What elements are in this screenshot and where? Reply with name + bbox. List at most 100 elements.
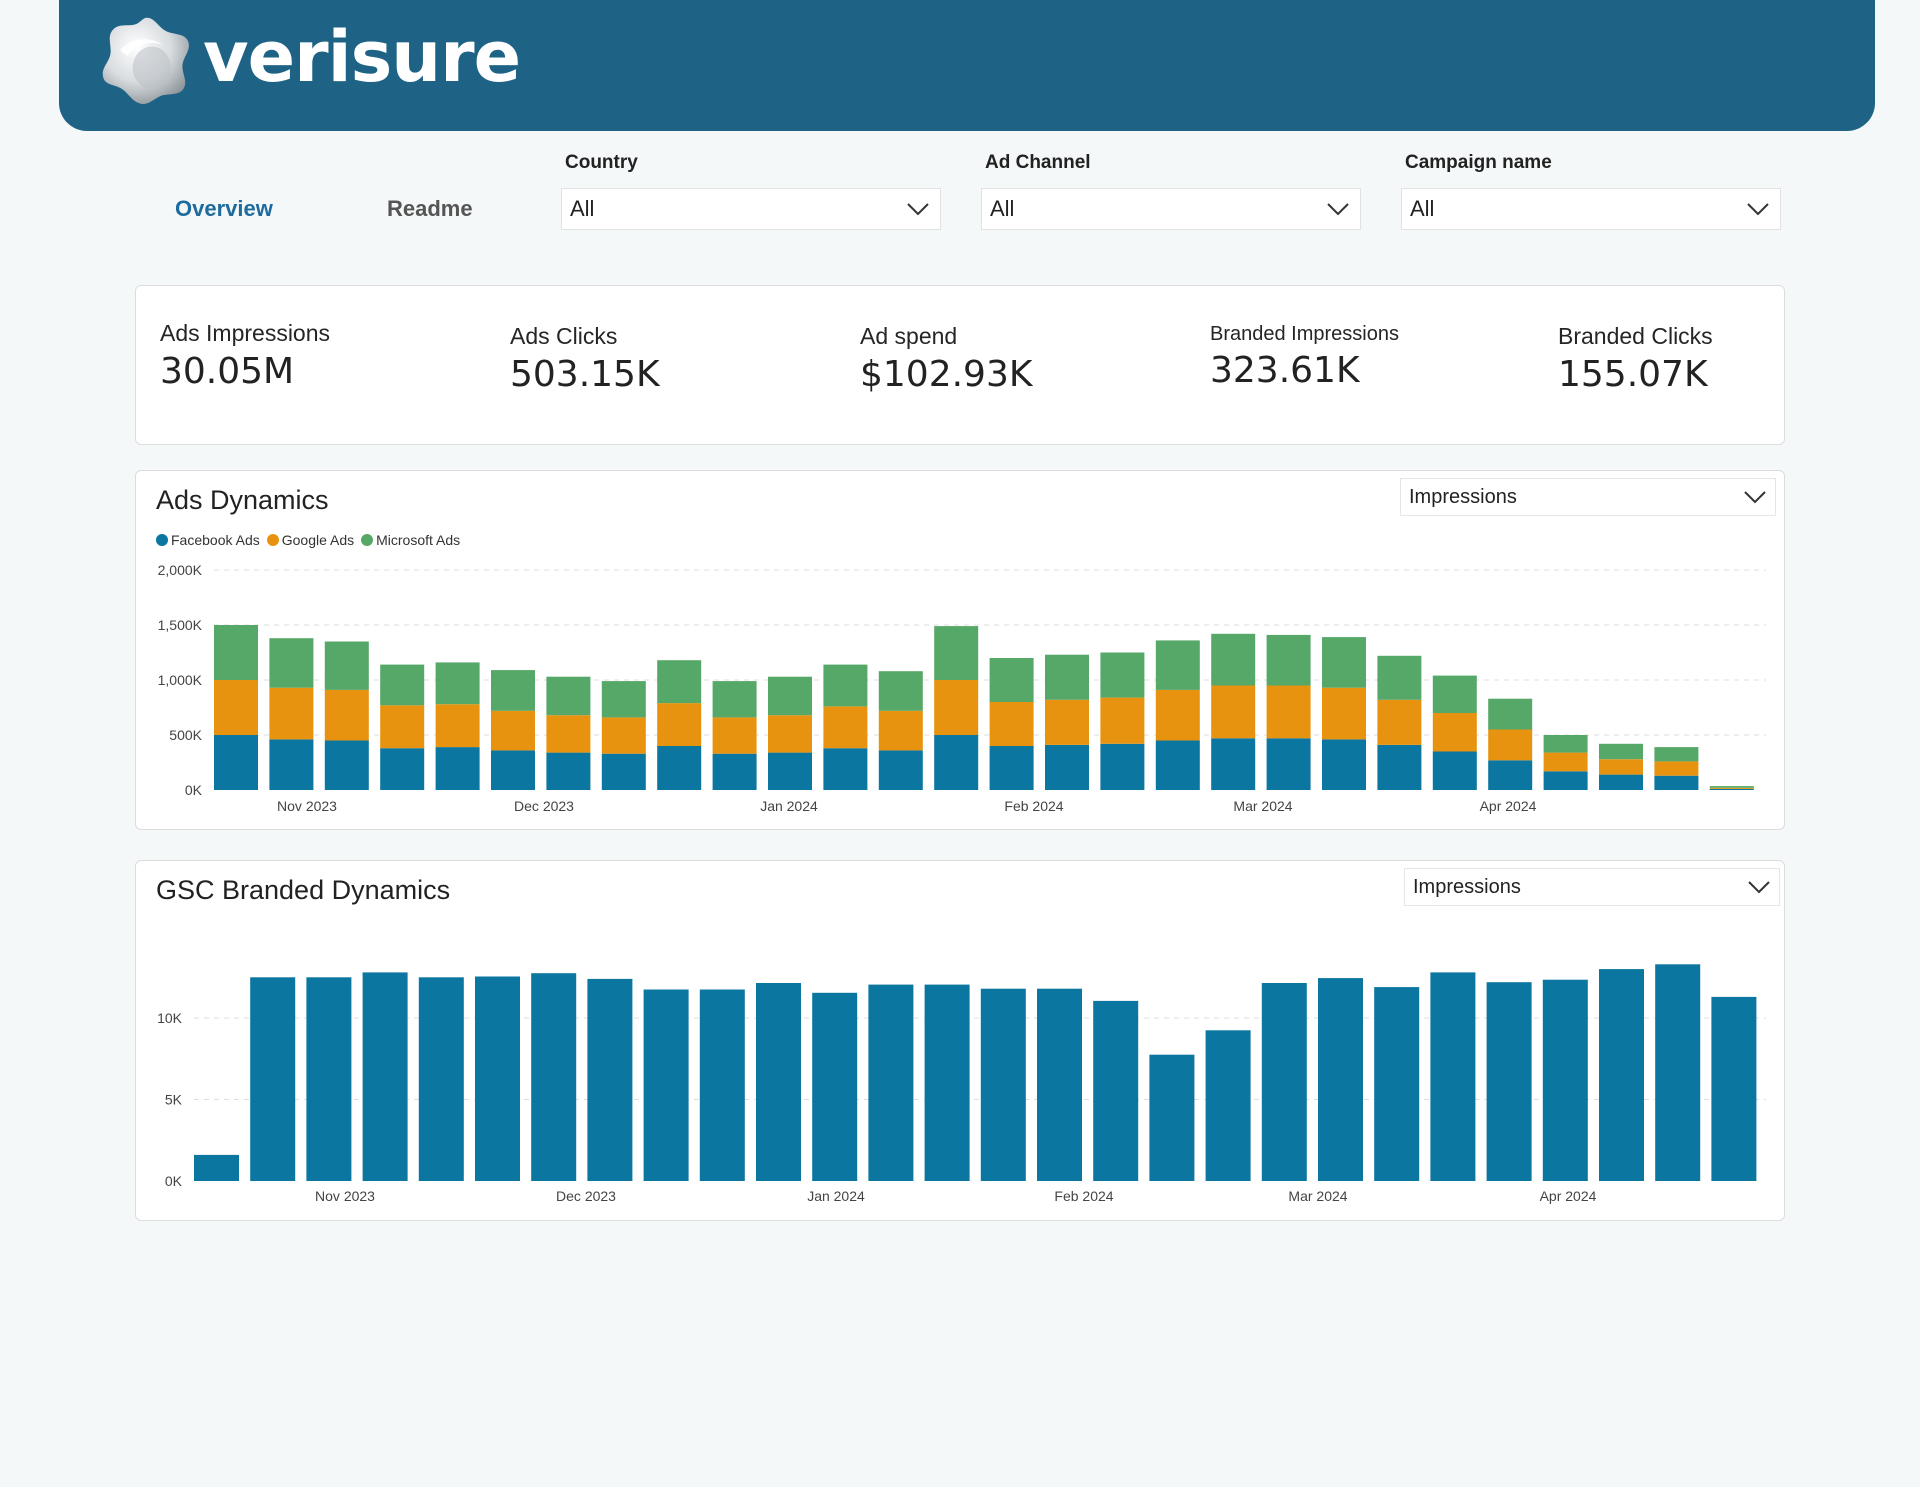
kpi-label: Ad spend <box>860 323 958 349</box>
bar-segment-facebook <box>1377 744 1422 790</box>
x-tick-label: Mar 2024 <box>1288 1188 1347 1204</box>
bar-segment-google <box>657 703 702 746</box>
bar-segment-google <box>934 680 979 735</box>
bar-segment-facebook <box>878 750 923 790</box>
bar-segment-facebook <box>269 739 314 790</box>
bar-segment-microsoft <box>1543 735 1588 753</box>
gsc-branded-dynamics-card: GSC Branded Dynamics Impressions 0K 5K 10K… <box>135 860 1785 1221</box>
brand-name: verisure <box>203 16 521 98</box>
y-tick-label: 10K <box>157 1010 183 1026</box>
y-tick-label: 500K <box>169 727 202 743</box>
bar-segment-google <box>324 689 369 741</box>
bar-segment-microsoft <box>214 625 258 680</box>
bar <box>1486 982 1532 1181</box>
ad-channel-dropdown[interactable]: All <box>981 188 1361 230</box>
bar-segment-microsoft <box>1322 637 1366 688</box>
bar <box>250 977 296 1181</box>
bar-segment-facebook <box>1488 760 1533 790</box>
bar-segment-facebook <box>435 747 480 790</box>
bar-segment-microsoft <box>1155 640 1200 690</box>
bar-segment-google <box>823 706 868 749</box>
bar-segment-microsoft <box>435 662 480 705</box>
kpi-value: 503.15K <box>510 354 660 395</box>
bar <box>587 978 633 1181</box>
x-tick-label: Jan 2024 <box>760 798 818 814</box>
filter-ad-channel-label: Ad Channel <box>985 152 1091 173</box>
bar-segment-microsoft <box>1045 654 1089 700</box>
bar <box>475 976 520 1181</box>
bar-segment-facebook <box>1266 738 1311 790</box>
bar-segment-microsoft <box>823 664 868 707</box>
bar-segment-google <box>269 687 314 740</box>
bar-segment-google <box>878 710 923 751</box>
bar-segment-microsoft <box>601 681 646 718</box>
filter-campaign-label: Campaign name <box>1405 152 1552 173</box>
bar <box>531 973 577 1181</box>
bar <box>306 977 352 1181</box>
kpi-label: Branded Clicks <box>1558 323 1713 349</box>
bar <box>699 989 745 1181</box>
bar-segment-microsoft <box>380 664 425 706</box>
bar-segment-microsoft <box>1377 655 1422 700</box>
bar-segment-google <box>546 715 591 753</box>
campaign-name-dropdown[interactable]: All <box>1401 188 1781 230</box>
kpi-label: Ads Clicks <box>510 323 618 349</box>
bar-segment-facebook <box>1654 775 1699 790</box>
country-dropdown-value: All <box>570 196 595 221</box>
bar <box>980 988 1026 1181</box>
bar <box>1149 1054 1195 1181</box>
bar-segment-facebook <box>1100 743 1145 790</box>
bar <box>1542 979 1588 1181</box>
bar <box>1037 988 1082 1181</box>
bar <box>812 992 858 1181</box>
bar-segment-microsoft <box>1709 786 1754 788</box>
bar-segment-google <box>491 710 535 751</box>
bar-segment-facebook <box>546 752 591 790</box>
bar-segment-facebook <box>324 740 369 790</box>
x-tick-label: Nov 2023 <box>277 798 337 814</box>
bar-segment-google <box>1377 699 1422 745</box>
bar-segment-microsoft <box>934 626 979 680</box>
y-tick-label: 5K <box>165 1092 183 1108</box>
bar-segment-microsoft <box>1488 698 1533 730</box>
bar-segment-facebook <box>989 746 1034 790</box>
bar-segment-google <box>1599 759 1643 775</box>
bar-segment-google <box>1155 689 1200 741</box>
kpi-value: 323.61K <box>1210 350 1360 391</box>
tab-readme[interactable]: Readme <box>387 196 473 222</box>
bar-segment-google <box>712 717 757 754</box>
bar-segment-microsoft <box>989 658 1034 702</box>
bar-segment-microsoft <box>1211 633 1256 686</box>
brand-logo: verisure <box>99 12 521 108</box>
bar <box>1093 1000 1139 1181</box>
bar <box>362 972 408 1181</box>
y-tick-label: 0K <box>185 782 203 798</box>
bar-segment-google <box>1211 685 1256 739</box>
x-tick-label: Feb 2024 <box>1004 798 1063 814</box>
tab-overview[interactable]: Overview <box>175 196 273 222</box>
bar <box>194 1154 239 1181</box>
y-tick-label: 1,000K <box>158 672 203 688</box>
bar-segment-google <box>1266 685 1311 739</box>
bar-segment-google <box>1543 752 1588 772</box>
kpi-label: Branded Impressions <box>1210 323 1399 345</box>
bar-segment-google <box>989 702 1034 746</box>
bar-segment-facebook <box>768 752 812 790</box>
ads-dynamics-chart: 0K 500K 1,000K 1,500K 2,000K Nov 2023 Dec 2023… <box>158 562 1766 814</box>
bar <box>1711 996 1757 1181</box>
kpi-card: Ads Impressions 30.05M Ads Clicks 503.15… <box>135 285 1785 445</box>
bar-segment-facebook <box>1211 738 1256 790</box>
bar-segment-microsoft <box>1432 675 1477 713</box>
bar <box>1318 978 1363 1181</box>
country-dropdown[interactable]: All <box>561 188 941 230</box>
y-tick-label: 1,500K <box>158 617 203 633</box>
filter-country: Country All <box>561 152 941 230</box>
y-tick-label: 0K <box>165 1173 183 1189</box>
kpi-label: Ads Impressions <box>160 320 331 346</box>
bar <box>643 989 689 1181</box>
bar-segment-google <box>601 717 646 754</box>
bar-segment-microsoft <box>1599 743 1643 760</box>
bar-segment-facebook <box>1709 788 1754 790</box>
x-tick-label: Dec 2023 <box>556 1188 616 1204</box>
filter-country-label: Country <box>565 152 638 173</box>
